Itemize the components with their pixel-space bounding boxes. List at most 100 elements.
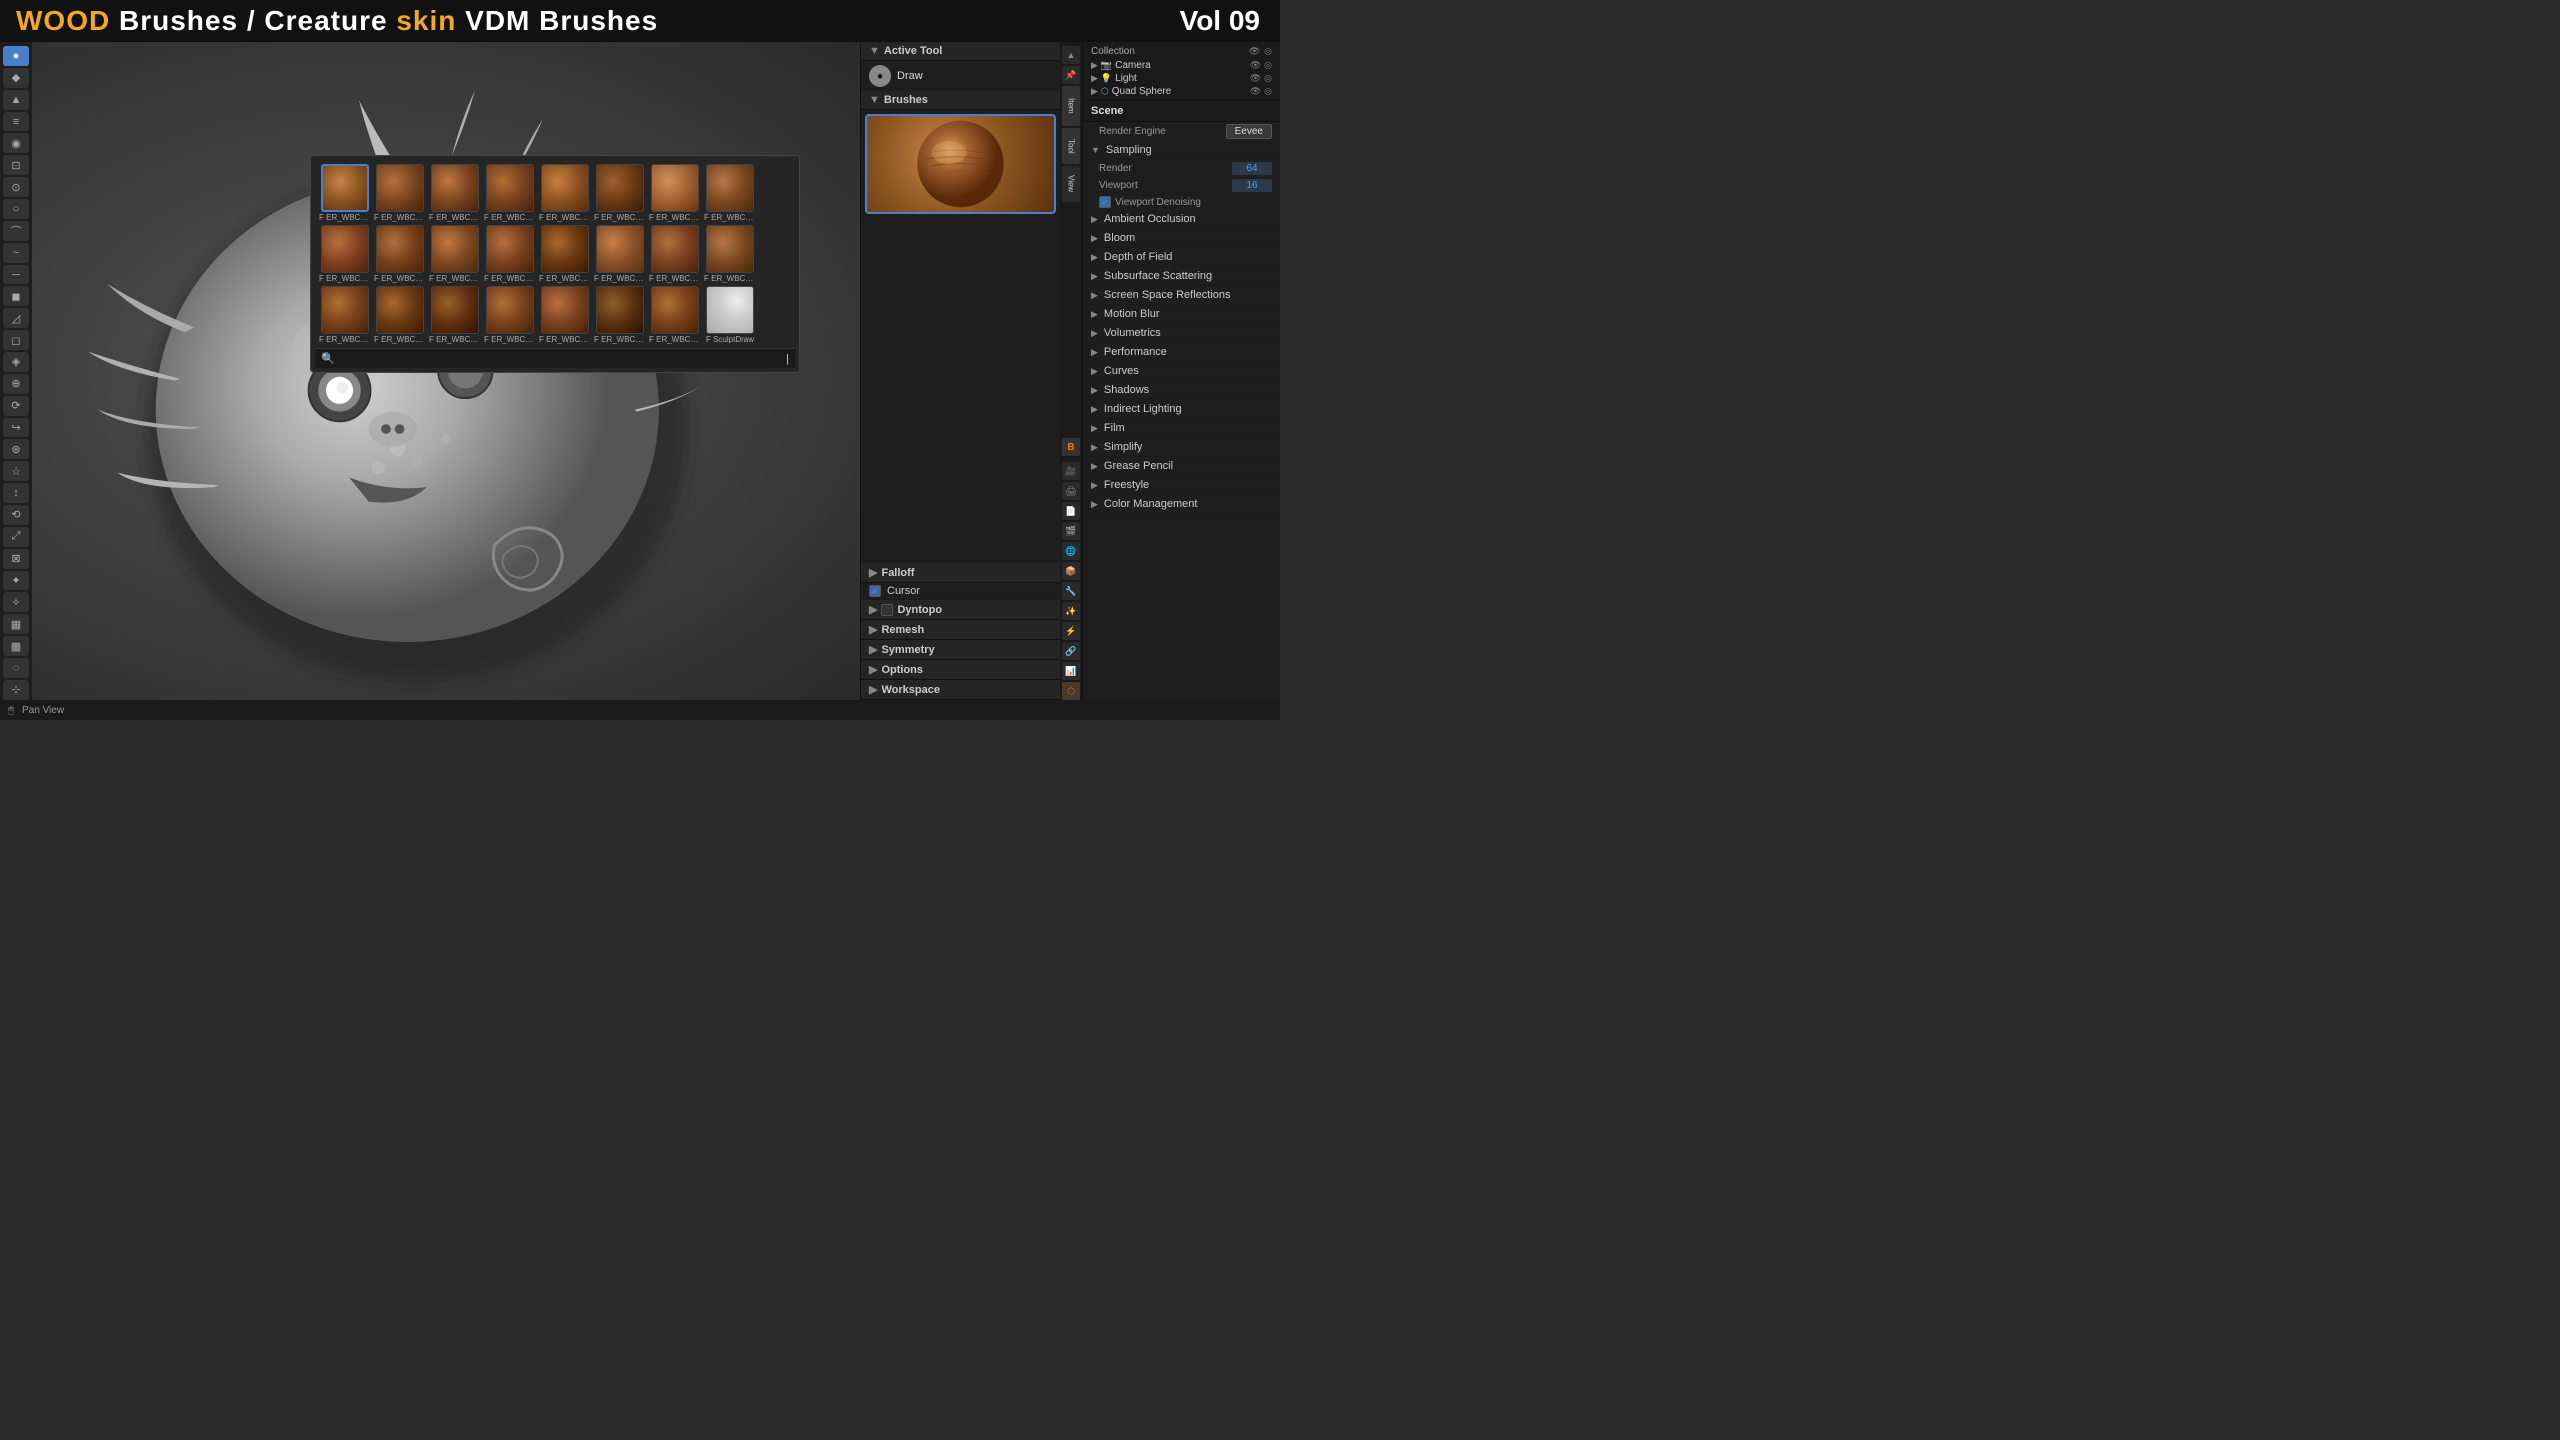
cursor-checkbox[interactable]: ✓ — [869, 585, 881, 597]
active-tool-header[interactable]: ▼ Active Tool — [861, 42, 1060, 61]
subsurface-scattering-row[interactable]: ▶ Subsurface Scattering — [1083, 267, 1280, 286]
tool-draw[interactable]: ● — [3, 46, 29, 66]
render-props-icon[interactable]: 🎥 — [1062, 462, 1080, 480]
camera-visibility-icon[interactable]: 👁 — [1250, 60, 1261, 71]
brush-item-wbc16[interactable]: F ER_WBC_16 — [319, 225, 371, 283]
tool-slide[interactable]: ⤢ — [3, 527, 29, 547]
world-icon[interactable]: 🌐 — [1062, 542, 1080, 560]
color-management-row[interactable]: ▶ Color Management — [1083, 495, 1280, 514]
tool-flatten[interactable]: ─ — [3, 265, 29, 285]
tool-multires[interactable]: ◌ — [3, 658, 29, 678]
render-count-value[interactable]: 64 — [1232, 162, 1272, 175]
tool-clay-strips[interactable]: ≡ — [3, 112, 29, 132]
tree-quad-sphere[interactable]: ▶ ⬡ Quad Sphere 👁 ◎ — [1087, 85, 1276, 98]
tool-crease[interactable]: ⌒ — [3, 221, 29, 241]
collection-render-icon[interactable]: ◎ — [1264, 46, 1272, 57]
brush-item-wbc17[interactable]: F ER_WBC_17 — [374, 225, 426, 283]
tool-face-sets[interactable]: ▩ — [3, 636, 29, 656]
brush-item-wbc28[interactable]: F ER_WBC_28 — [539, 286, 591, 344]
indirect-lighting-row[interactable]: ▶ Indirect Lighting — [1083, 400, 1280, 419]
shadows-row[interactable]: ▶ Shadows — [1083, 381, 1280, 400]
tree-camera[interactable]: ▶ 📷 Camera 👁 ◎ — [1087, 59, 1276, 72]
brush-item-wbc11[interactable]: F ER_WBC_11 — [484, 164, 536, 222]
quadsphere-visibility-icon[interactable]: 👁 — [1250, 86, 1261, 97]
performance-row[interactable]: ▶ Performance — [1083, 343, 1280, 362]
collection-eye-icon[interactable]: 👁 — [1249, 46, 1260, 57]
grease-pencil-row[interactable]: ▶ Grease Pencil — [1083, 457, 1280, 476]
sampling-header-row[interactable]: ▼ Sampling — [1083, 141, 1280, 160]
screen-space-reflections-row[interactable]: ▶ Screen Space Reflections — [1083, 286, 1280, 305]
tool-clay-thumb[interactable]: ◉ — [3, 133, 29, 153]
scene-icon[interactable]: 🎬 — [1062, 522, 1080, 540]
brush-search-input[interactable] — [339, 353, 782, 365]
dyntopo-checkbox[interactable] — [881, 604, 893, 616]
tool-grab[interactable]: ⊕ — [3, 374, 29, 394]
physics-icon[interactable]: ⚡ — [1062, 622, 1080, 640]
brush-item-wbc30[interactable]: F ER_WBC_30 — [649, 286, 701, 344]
light-visibility-icon[interactable]: 👁 — [1250, 73, 1261, 84]
output-props-icon[interactable]: 🖨 — [1062, 482, 1080, 500]
tool-fill[interactable]: ◼ — [3, 286, 29, 306]
brush-item-wbc08[interactable]: F ER_WBC_08 — [319, 164, 371, 222]
volumetrics-row[interactable]: ▶ Volumetrics — [1083, 324, 1280, 343]
bloom-row[interactable]: ▶ Bloom — [1083, 229, 1280, 248]
constraints-icon[interactable]: 🔗 — [1062, 642, 1080, 660]
film-row[interactable]: ▶ Film — [1083, 419, 1280, 438]
simplify-row[interactable]: ▶ Simplify — [1083, 438, 1280, 457]
tool-draw-sharp[interactable]: ◆ — [3, 68, 29, 88]
tool-scrape[interactable]: ◿ — [3, 308, 29, 328]
brush-item-wbc27[interactable]: F ER_WBC_27 — [484, 286, 536, 344]
tool-pose[interactable]: ☆ — [3, 461, 29, 481]
brush-item-wbc23[interactable]: F ER_WBC_23 — [704, 225, 756, 283]
tool-mask[interactable]: ▦ — [3, 614, 29, 634]
render-engine-badge[interactable]: Eevee — [1226, 124, 1272, 139]
tool-rotate[interactable]: ⟲ — [3, 505, 29, 525]
brush-item-wbc10[interactable]: F ER_WBC_10 — [429, 164, 481, 222]
depth-of-field-row[interactable]: ▶ Depth of Field — [1083, 248, 1280, 267]
tool-snake-hook[interactable]: ↪ — [3, 418, 29, 438]
viewport-count-value[interactable]: 16 — [1232, 179, 1272, 192]
workspace-header[interactable]: ▶ Workspace — [861, 680, 1060, 700]
camera-render-icon2[interactable]: ◎ — [1264, 60, 1272, 71]
viewport-denoising-checkbox[interactable]: ✓ — [1099, 196, 1111, 208]
pin-icon[interactable]: 📌 — [1062, 66, 1080, 84]
cursor-row[interactable]: ✓ Cursor — [861, 583, 1060, 600]
brush-item-wbc15[interactable]: F ER_WBC_15 — [704, 164, 756, 222]
tool-inflate[interactable]: ⊙ — [3, 177, 29, 197]
tool-layer[interactable]: ⊡ — [3, 155, 29, 175]
tool-pinch[interactable]: ◈ — [3, 352, 29, 372]
tool-elastic[interactable]: ⟳ — [3, 396, 29, 416]
brush-item-wbc26[interactable]: F ER_WBC_26 — [429, 286, 481, 344]
freestyle-row[interactable]: ▶ Freestyle — [1083, 476, 1280, 495]
tool-smooth[interactable]: ~ — [3, 243, 29, 263]
data-icon[interactable]: 📊 — [1062, 662, 1080, 680]
particles-icon[interactable]: ✨ — [1062, 602, 1080, 620]
tool-cloth[interactable]: ✦ — [3, 571, 29, 591]
tab-view-icon[interactable]: View — [1062, 166, 1080, 202]
brush-item-wbc24[interactable]: F ER_WBC_24 — [319, 286, 371, 344]
symmetry-header[interactable]: ▶ Symmetry — [861, 640, 1060, 660]
quadsphere-render-icon[interactable]: ◎ — [1264, 86, 1272, 97]
object-icon[interactable]: 📦 — [1062, 562, 1080, 580]
brush-item-wbc22[interactable]: F ER_WBC_22 — [649, 225, 701, 283]
motion-blur-row[interactable]: ▶ Motion Blur — [1083, 305, 1280, 324]
view-layer-icon[interactable]: 📄 — [1062, 502, 1080, 520]
falloff-header[interactable]: ▶ Falloff — [861, 563, 1060, 583]
modifier-icon[interactable]: 🔧 — [1062, 582, 1080, 600]
remesh-header[interactable]: ▶ Remesh — [861, 620, 1060, 640]
curves-row[interactable]: ▶ Curves — [1083, 362, 1280, 381]
brush-item-wbc25[interactable]: F ER_WBC_25 — [374, 286, 426, 344]
brush-item-wbc21[interactable]: F ER_WBC_21 — [594, 225, 646, 283]
brush-item-wbc12[interactable]: F ER_WBC_12 — [539, 164, 591, 222]
brush-item-wbc14[interactable]: F ER_WBC_14 — [649, 164, 701, 222]
options-header[interactable]: ▶ Options — [861, 660, 1060, 680]
scroll-up-icon[interactable]: ▲ — [1062, 46, 1080, 64]
tool-nudge[interactable]: ↕ — [3, 483, 29, 503]
tab-tool-icon[interactable]: Tool — [1062, 128, 1080, 164]
tool-thumb[interactable]: ⊛ — [3, 439, 29, 459]
brush-item-wbc19[interactable]: F ER_WBC_19 — [484, 225, 536, 283]
brush-item-sculptdraw[interactable]: F SculptDraw — [704, 286, 756, 344]
brush-item-wbc18[interactable]: F ER_WBC_18 — [429, 225, 481, 283]
tool-simplify-brush[interactable]: ✧ — [3, 592, 29, 612]
brush-item-wbc13[interactable]: F ER_WBC_13 — [594, 164, 646, 222]
